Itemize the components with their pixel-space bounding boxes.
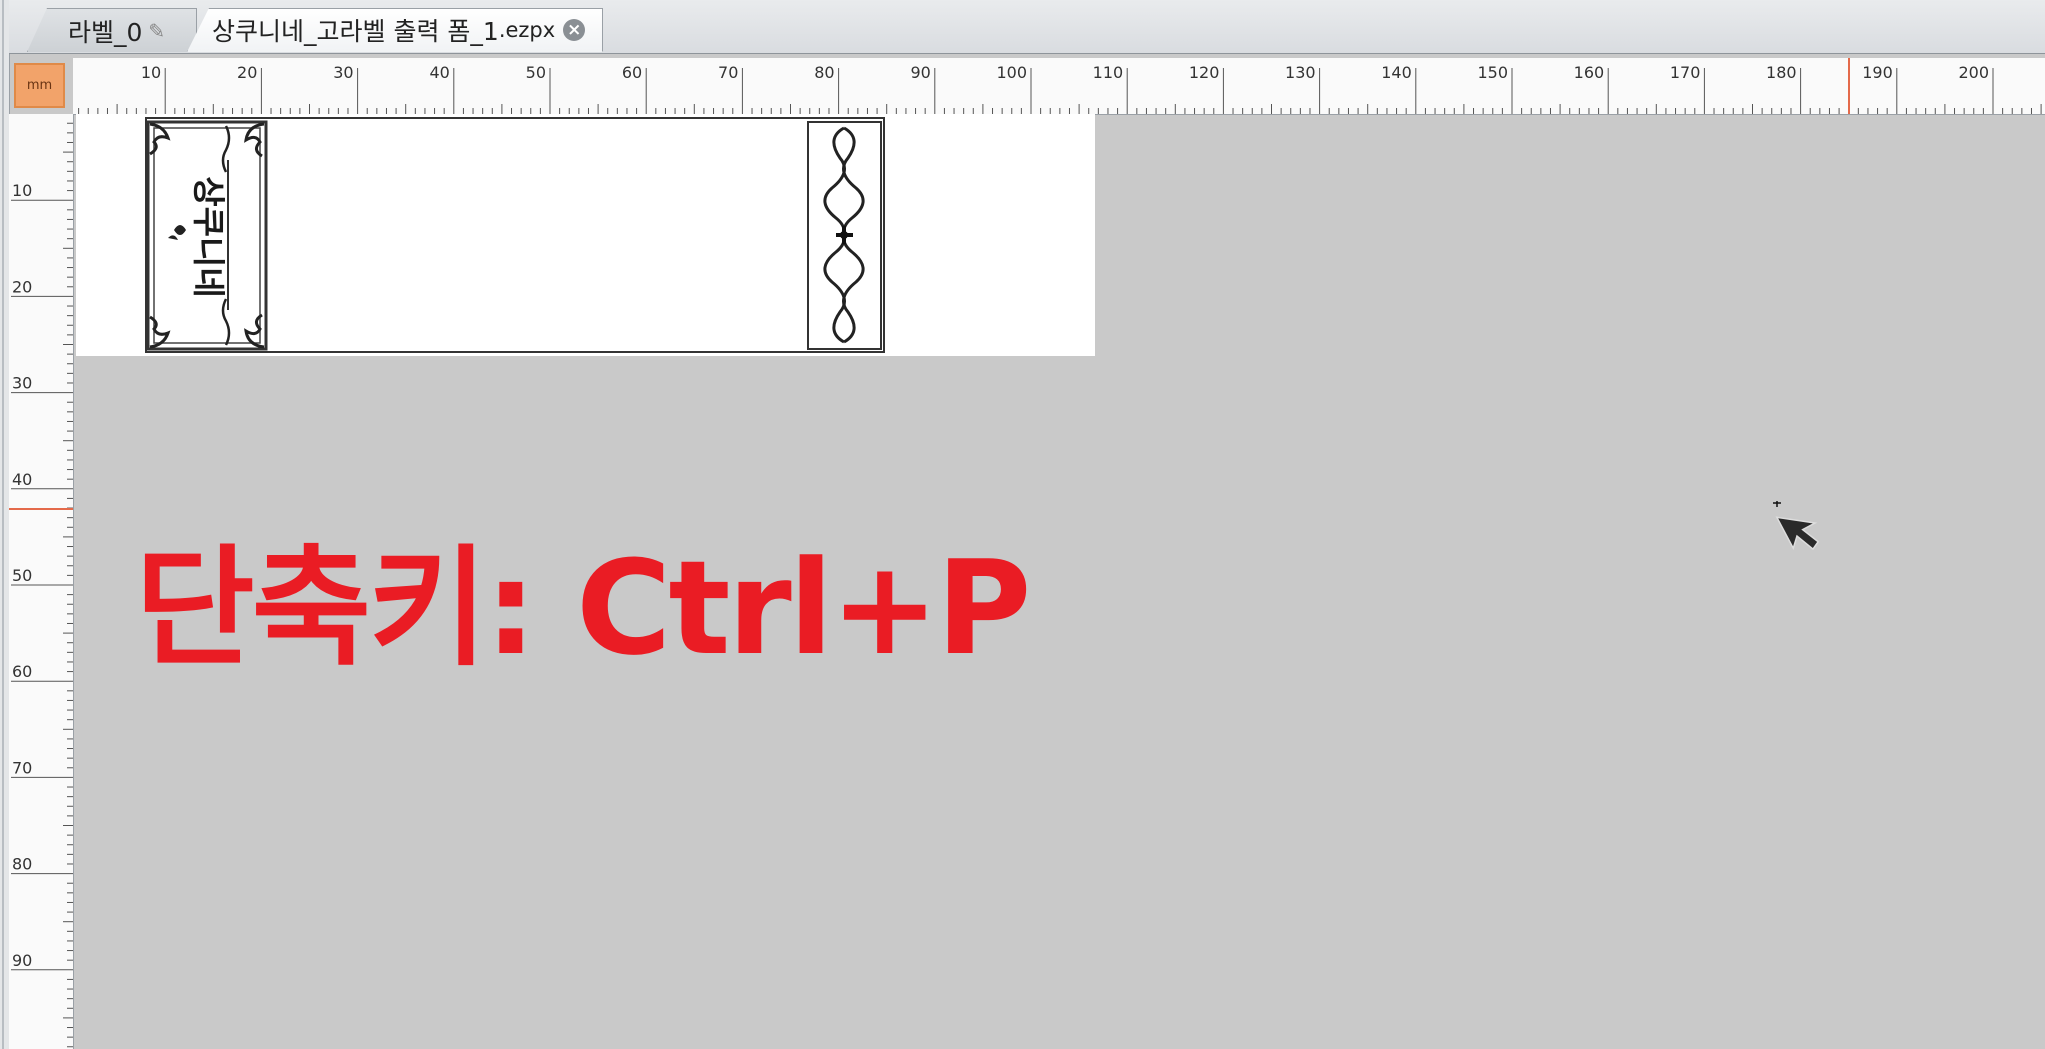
ruler-tick-label: 180 [1766, 63, 1797, 82]
ruler-tick-label: 30 [12, 374, 32, 393]
ruler-tick-label: 100 [996, 63, 1027, 82]
document-tab-bar: 라벨_0 ✎ 상쿠니네_고라벨 출력 폼_1 .ezpx × [9, 0, 2045, 54]
pin-icon[interactable]: ✎ [148, 19, 165, 43]
ruler-tick-label: 30 [333, 63, 353, 82]
ruler-tick-label: 60 [622, 63, 642, 82]
tab-active-document[interactable]: 상쿠니네_고라벨 출력 폼_1 .ezpx × [187, 8, 603, 52]
ruler-tick-label: 80 [12, 855, 32, 874]
tab-label: 라벨_0 [68, 17, 143, 47]
mouse-cursor-icon [1773, 501, 1820, 551]
tab-label: 상쿠니네_고라벨 출력 폼_1 [212, 17, 499, 46]
ornament-frame-right-image[interactable] [806, 120, 883, 351]
ruler-tick-label: 10 [12, 181, 32, 200]
ruler-tick-label: 50 [12, 566, 32, 585]
ruler-tick-label: 40 [429, 63, 449, 82]
tab-label-0[interactable]: 라벨_0 ✎ [27, 8, 197, 52]
ruler-tick-label: 150 [1477, 63, 1508, 82]
ruler-tick-label: 190 [1862, 63, 1893, 82]
ruler-tick-label: 40 [12, 470, 32, 489]
ruler-tick-label: 90 [12, 951, 32, 970]
ruler-tick-label: 170 [1670, 63, 1701, 82]
tab-extension: .ezpx [498, 18, 556, 42]
vertical-ruler-ticks: 10 20 30 40 50 60 70 80 90 [9, 122, 73, 1048]
ruler-tick-label: 120 [1189, 63, 1220, 82]
ruler-tick-label: 60 [12, 662, 32, 681]
ruler-tick-label: 50 [526, 63, 546, 82]
label-brand-text[interactable]: 상쿠니네 [187, 176, 235, 297]
ruler-tick-label: 70 [12, 758, 32, 777]
ruler-tick-label: 20 [12, 277, 32, 296]
ruler-tick-label: 20 [237, 63, 257, 82]
ruler-tick-label: 200 [1958, 63, 1989, 82]
ruler-tick-label: 140 [1381, 63, 1412, 82]
ruler-unit-button[interactable]: mm [14, 63, 65, 108]
shortcut-caption: 단축키: Ctrl+P [135, 532, 1031, 684]
ruler-tick-label: 130 [1285, 63, 1316, 82]
horizontal-ruler-ticks: 10 20 30 40 50 60 70 80 90 100 110 120 130 140 150 160 1… [78, 58, 2042, 114]
vertical-ruler[interactable]: 10 20 30 40 50 60 70 80 90 [9, 114, 74, 1049]
close-icon[interactable]: × [563, 19, 586, 41]
horizontal-ruler[interactable]: 10 20 30 40 50 60 70 80 90 100 110 120 130 140 150 160 1… [73, 58, 2045, 115]
ruler-tick-label: 110 [1093, 63, 1124, 82]
ruler-tick-label: 10 [141, 63, 161, 82]
ruler-tick-label: 90 [910, 63, 930, 82]
ruler-tick-label: 80 [814, 63, 834, 82]
ruler-tick-label: 160 [1574, 63, 1605, 82]
ruler-tick-label: 70 [718, 63, 738, 82]
